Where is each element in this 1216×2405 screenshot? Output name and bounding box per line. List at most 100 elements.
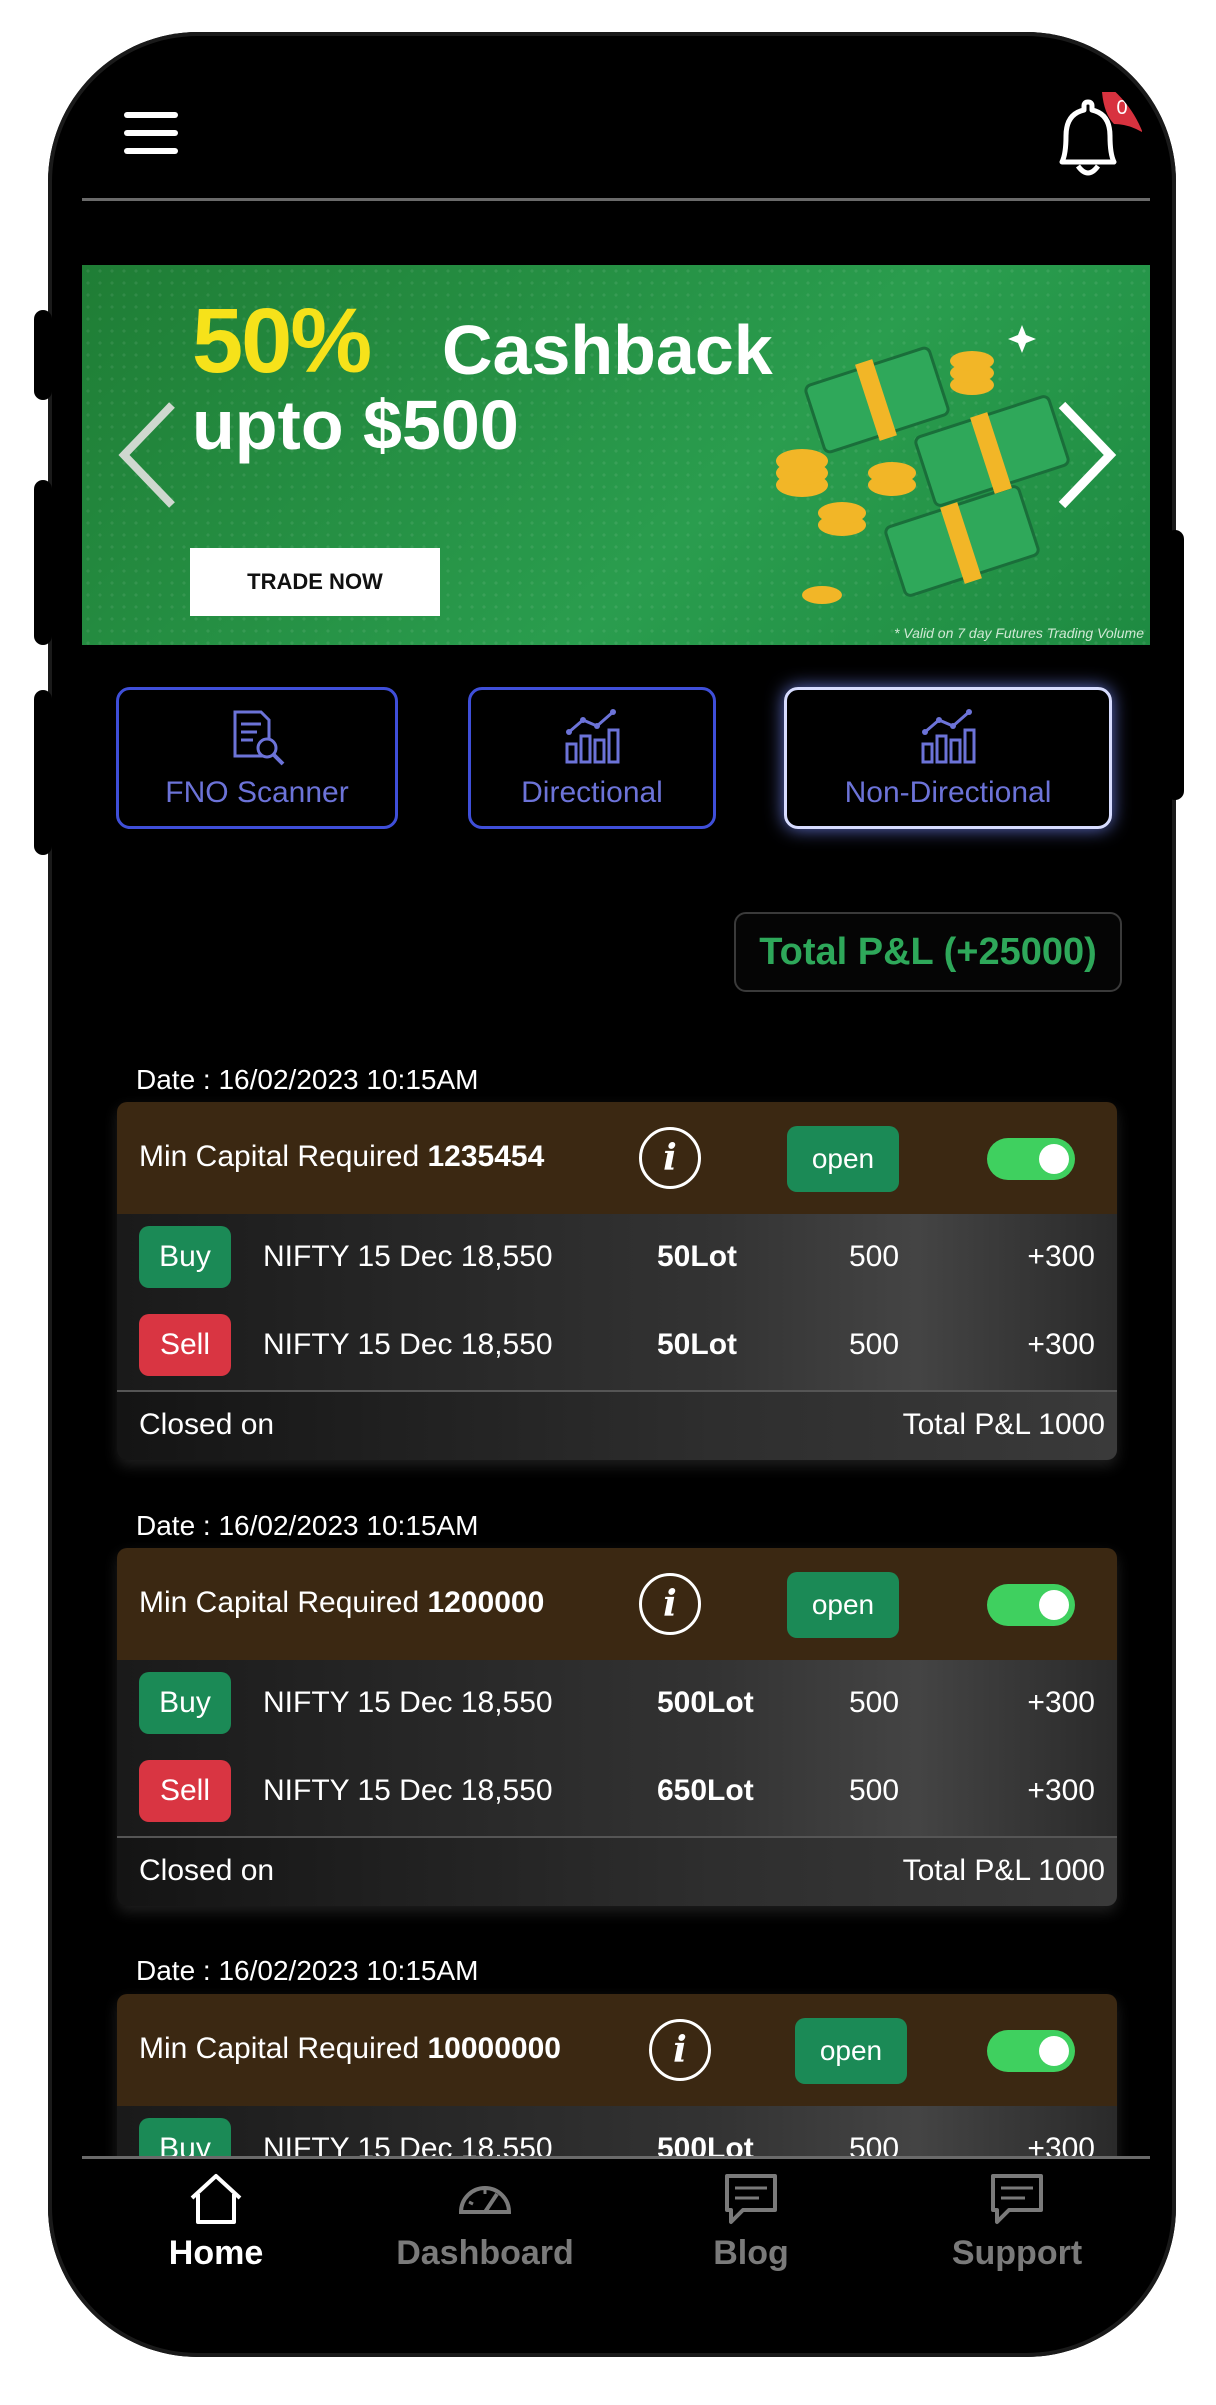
leg-symbol: NIFTY 15 Dec 18,550 bbox=[263, 1686, 553, 1719]
document-search-icon bbox=[233, 710, 285, 766]
banner-next-arrow-icon[interactable] bbox=[1052, 395, 1122, 515]
sell-badge: Sell bbox=[139, 1760, 231, 1822]
top-bar: 0 bbox=[82, 62, 1150, 202]
category-label: Non-Directional bbox=[844, 776, 1052, 809]
trade-leg-row: Sell NIFTY 15 Dec 18,550 650Lot 500 +300 bbox=[117, 1748, 1117, 1836]
category-fno-scanner[interactable]: FNO Scanner bbox=[116, 687, 398, 829]
trade-total-pnl: Total P&L 1000 bbox=[902, 1854, 1105, 1887]
trade-card-footer: Closed on Total P&L 1000 bbox=[117, 1390, 1117, 1460]
trade-card-footer: Closed on Total P&L 1000 bbox=[117, 1836, 1117, 1906]
trade-card: Min Capital Required 1200000 i open Buy … bbox=[117, 1548, 1117, 1906]
chat-bubble-icon bbox=[725, 2174, 777, 2224]
trade-card-header: Min Capital Required 1200000 i open bbox=[117, 1548, 1117, 1660]
status-open-button[interactable]: open bbox=[787, 1572, 899, 1638]
leg-lot: 50Lot bbox=[657, 1240, 738, 1273]
leg-price: 500 bbox=[849, 1240, 900, 1273]
leg-change: +300 bbox=[1027, 1328, 1095, 1361]
speedometer-icon bbox=[458, 2186, 512, 2214]
category-directional[interactable]: Directional bbox=[468, 687, 716, 829]
min-capital: Min Capital Required 1200000 bbox=[139, 1586, 544, 1620]
min-capital-value: 1235454 bbox=[427, 1140, 545, 1173]
trade-toggle[interactable] bbox=[987, 1138, 1075, 1180]
min-capital-value: 1200000 bbox=[427, 1586, 545, 1619]
app-screen: 0 50% Cashback upto $500 TRADE NOW * Val… bbox=[82, 62, 1150, 2326]
leg-symbol: NIFTY 15 Dec 18,550 bbox=[263, 1328, 553, 1361]
buy-badge: Buy bbox=[139, 1226, 231, 1288]
bottom-nav: Home Dashboard Blog Support bbox=[82, 2172, 1150, 2312]
buy-badge: Buy bbox=[139, 1672, 231, 1734]
bar-chart-icon bbox=[921, 709, 976, 764]
min-capital-label: Min Capital Required bbox=[139, 1586, 420, 1619]
min-capital-label: Min Capital Required bbox=[139, 1140, 420, 1173]
min-capital-value: 10000000 bbox=[427, 2032, 561, 2065]
trade-card-header: Min Capital Required 1235454 i open bbox=[117, 1102, 1117, 1214]
leg-symbol: NIFTY 15 Dec 18,550 bbox=[263, 1240, 553, 1273]
trade-leg-row: Buy NIFTY 15 Dec 18,550 500Lot 500 +300 bbox=[117, 1660, 1117, 1748]
nav-label: Home bbox=[168, 2234, 264, 2272]
nav-dashboard[interactable]: Dashboard bbox=[385, 2172, 585, 2273]
trade-date: Date : 16/02/2023 10:15AM bbox=[136, 1510, 479, 1541]
leg-price: 500 bbox=[849, 1774, 900, 1807]
total-pnl-summary: Total P&L (+25000) bbox=[734, 912, 1122, 992]
leg-price: 500 bbox=[849, 1686, 900, 1719]
leg-lot: 500Lot bbox=[657, 1686, 754, 1719]
status-open-button[interactable]: open bbox=[795, 2018, 907, 2084]
min-capital-label: Min Capital Required bbox=[139, 2032, 420, 2065]
category-label: FNO Scanner bbox=[165, 776, 349, 809]
bottom-nav-divider bbox=[82, 2156, 1150, 2159]
trade-leg-row: Buy NIFTY 15 Dec 18,550 50Lot 500 +300 bbox=[117, 1214, 1117, 1302]
banner-subline: upto $500 bbox=[192, 386, 519, 464]
nav-support[interactable]: Support bbox=[917, 2172, 1117, 2273]
phone-side-button bbox=[34, 310, 52, 400]
trade-toggle[interactable] bbox=[987, 1584, 1075, 1626]
bar-chart-icon bbox=[565, 709, 620, 764]
status-open-button[interactable]: open bbox=[787, 1126, 899, 1192]
phone-side-button bbox=[34, 480, 52, 645]
closed-on-label: Closed on bbox=[139, 1854, 275, 1887]
trade-date: Date : 16/02/2023 10:15AM bbox=[136, 1064, 479, 1095]
home-icon bbox=[190, 2174, 242, 2224]
leg-lot: 650Lot bbox=[657, 1774, 754, 1807]
trade-leg-row: Sell NIFTY 15 Dec 18,550 50Lot 500 +300 bbox=[117, 1302, 1117, 1390]
leg-lot: 50Lot bbox=[657, 1328, 738, 1361]
promo-banner[interactable]: 50% Cashback upto $500 TRADE NOW * Valid… bbox=[82, 265, 1150, 645]
trade-total-pnl: Total P&L 1000 bbox=[902, 1408, 1105, 1441]
leg-symbol: NIFTY 15 Dec 18,550 bbox=[263, 1774, 553, 1807]
nav-label: Support bbox=[951, 2234, 1083, 2272]
trade-legs: Buy NIFTY 15 Dec 18,550 50Lot 500 +300 S… bbox=[117, 1214, 1117, 1390]
banner-headline-text: Cashback bbox=[442, 311, 773, 389]
banner-prev-arrow-icon[interactable] bbox=[112, 395, 182, 515]
nav-label: Blog bbox=[713, 2234, 789, 2272]
banner-headline-percent: 50% bbox=[192, 290, 372, 392]
category-label: Directional bbox=[521, 776, 663, 809]
sell-badge: Sell bbox=[139, 1314, 231, 1376]
nav-blog[interactable]: Blog bbox=[651, 2172, 851, 2273]
nav-label: Dashboard bbox=[396, 2234, 574, 2272]
chat-bubble-icon bbox=[991, 2174, 1043, 2224]
leg-change: +300 bbox=[1027, 1686, 1095, 1719]
trade-now-button[interactable]: TRADE NOW bbox=[190, 548, 440, 616]
leg-change: +300 bbox=[1027, 1240, 1095, 1273]
closed-on-label: Closed on bbox=[139, 1408, 275, 1441]
leg-price: 500 bbox=[849, 1328, 900, 1361]
leg-change: +300 bbox=[1027, 1774, 1095, 1807]
info-icon[interactable]: i bbox=[639, 1573, 701, 1635]
phone-side-button bbox=[34, 690, 52, 855]
min-capital: Min Capital Required 10000000 bbox=[139, 2032, 561, 2066]
trade-legs: Buy NIFTY 15 Dec 18,550 500Lot 500 +300 … bbox=[117, 1660, 1117, 1836]
nav-home[interactable]: Home bbox=[116, 2172, 316, 2273]
trade-card: Min Capital Required 1235454 i open Buy … bbox=[117, 1102, 1117, 1460]
phone-side-button bbox=[1166, 530, 1184, 800]
info-icon[interactable]: i bbox=[649, 2019, 711, 2081]
min-capital: Min Capital Required 1235454 bbox=[139, 1140, 544, 1174]
info-icon[interactable]: i bbox=[639, 1127, 701, 1189]
header-divider bbox=[82, 198, 1150, 201]
notification-bell-icon[interactable]: 0 bbox=[1032, 84, 1142, 194]
notification-badge: 0 bbox=[1116, 97, 1127, 119]
category-non-directional[interactable]: Non-Directional bbox=[784, 687, 1112, 829]
trade-toggle[interactable] bbox=[987, 2030, 1075, 2072]
trade-card-header: Min Capital Required 10000000 i open bbox=[117, 1994, 1117, 2106]
trade-date: Date : 16/02/2023 10:15AM bbox=[136, 1955, 479, 1986]
menu-icon[interactable] bbox=[124, 112, 178, 154]
banner-disclaimer: * Valid on 7 day Futures Trading Volume bbox=[893, 625, 1144, 641]
